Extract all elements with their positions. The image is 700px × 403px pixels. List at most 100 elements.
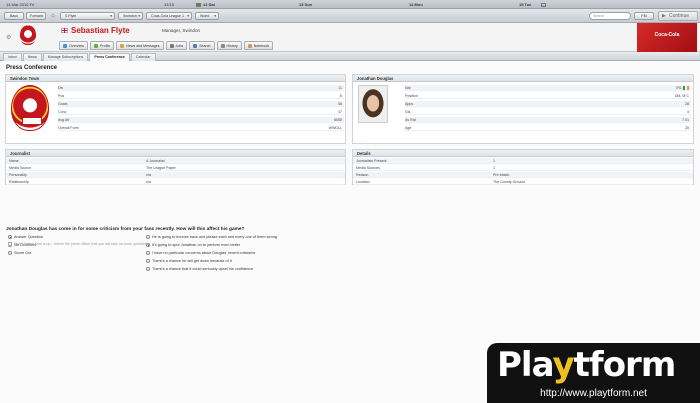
subtab-press-conference[interactable]: Press Conference [89,53,130,61]
stat-row: Apps 28 [405,101,691,107]
calendar-day-label: 14 Mon [409,2,423,7]
club-crest-small [20,25,36,45]
stat-value: 6558 [334,118,342,122]
storm-out-option[interactable]: Storm Out [8,251,31,255]
option-label: Storm Out [14,251,32,255]
stat-row: Div 11 [58,85,344,91]
calendar-day[interactable]: 15 Tue [519,2,547,7]
manager-header: ⚙ Sebastian Flyte Manager, Swindon Overv… [0,23,700,52]
answer-option[interactable]: There's a chance he will get down becaus… [146,259,232,263]
stat-value: WWDLL [328,126,342,130]
radio-button[interactable] [146,267,150,271]
info-value: 1 [493,159,495,163]
stat-row: Avg Att 6558 [58,117,344,123]
continue-label: Continue [669,13,690,19]
club-select-value: Swindon [123,14,137,18]
radio-button[interactable] [146,259,150,263]
stat-label: Gls [405,110,411,114]
stat-value: 6 [340,94,342,98]
checkbox[interactable] [8,242,12,246]
tab-news-and-messages[interactable]: News and Messages [116,41,164,50]
info-label: Location [356,180,370,184]
stat-value: IRL [676,85,689,91]
answer-question-option[interactable]: Answer Question [8,235,43,239]
history-icon [220,43,225,48]
stat-row: Position DM, M C [405,93,691,99]
stat-label: Avg Att [58,118,70,122]
end-conference-checkbox[interactable]: The whistled time is up - Inform the pre… [8,242,149,246]
stat-label: Overall Form [58,126,79,130]
search-icon [193,43,198,48]
world-select[interactable]: World ▾ [195,12,219,20]
manager-select[interactable]: S Flyte ▾ [60,12,115,20]
radio-button[interactable] [146,235,150,239]
stat-row: Pos 6 [58,93,344,99]
calendar-strip: 14 Mar 2010 Fri 13:15 12 Sat 13 Sun 14 M… [0,0,700,9]
info-label: Media Sources [356,166,380,170]
answer-option[interactable]: It's going to spur Jonathan on to perfor… [146,243,240,247]
stat-label: Div [58,86,64,90]
profile-icon [93,43,98,48]
stat-value: 7.01 [682,118,689,122]
tab-label: Profile [99,43,111,48]
tab-label: History [226,43,238,48]
radio-button[interactable] [8,251,12,255]
info-row: Reason Pre Match [353,172,693,178]
tab-label: Search [199,43,211,48]
info-value: n/a [146,173,151,177]
info-value: 1 [493,166,495,170]
club-select[interactable]: Swindon ▾ [118,12,143,20]
player-panel: Jonathan Douglas Nat IRL Position DM, M C … [352,74,694,144]
subtab-manage-subscriptions[interactable]: Manage Subscriptions [42,53,89,61]
stat-row: Conc 47 [58,109,344,115]
subtab-calendar[interactable]: Calendar [130,53,156,61]
radio-button[interactable] [8,235,12,239]
fm-menu-button[interactable]: FM [634,12,654,20]
tab-profile[interactable]: Profile [89,41,115,50]
stat-value: DM, M C [674,94,689,98]
tab-notebook[interactable]: Notebook [243,41,274,50]
home-icon[interactable]: ⌂ [49,12,57,20]
subtab-inbox[interactable]: Inbox [3,53,22,61]
player-stats: Nat IRL Position DM, M C Apps 28 Gls 4 Av Ra… [405,85,691,143]
subtab-news[interactable]: News [22,53,42,61]
manager-tabs: Overview Profile News and Messages Jobs … [59,41,274,50]
forward-button[interactable]: Forward [26,12,46,20]
watermark-logo-highlight: y [552,345,574,385]
tab-history[interactable]: History [216,41,242,50]
match-day-icon [196,2,201,7]
answer-option[interactable]: He is going to bounce back and please ea… [146,235,277,239]
tab-jobs[interactable]: Jobs [165,41,188,50]
gear-icon[interactable]: ⚙ [6,34,11,41]
answer-option[interactable]: There's a chance that it could seriously… [146,267,253,271]
watermark-url: http://www.playtform.net [487,387,700,403]
answer-option[interactable]: I have no particular concerns about Doug… [146,251,255,255]
stat-label: Position [405,94,418,98]
search-input[interactable]: Search [589,12,631,20]
stat-value: 11 [338,86,342,90]
calendar-day[interactable]: 14 Mon [409,2,423,7]
radio-button[interactable] [146,251,150,255]
tab-label: Notebook [253,43,270,48]
subnav-tabs: Inbox News Manage Subscriptions Press Co… [0,52,700,61]
tab-search[interactable]: Search [189,41,215,50]
calendar-day-label: 15 Tue [519,2,532,7]
back-button[interactable]: Back [4,12,24,20]
calendar-day[interactable]: 13 Sun [299,2,312,7]
stat-value: 47 [338,110,342,114]
page-title: Press Conference [6,65,58,71]
main-toolbar: Back Forward ⌂ S Flyte ▾ Swindon ▾ Coca-Co… [0,9,700,23]
stat-row: Goals 58 [58,101,344,107]
competition-select[interactable]: Coca-Cola League 1 ▾ [146,12,192,20]
news-icon [120,43,125,48]
continue-button[interactable]: ▶ Continue [658,11,698,21]
journalist-panel-title: Journalist [6,150,345,157]
chevron-down-icon: ▾ [110,14,112,18]
info-row: Journalists Present 1 [353,158,693,164]
stat-label: Pos [58,94,65,98]
stat-value: 28 [685,126,689,130]
calendar-day[interactable]: 12 Sat [196,2,215,7]
tab-overview[interactable]: Overview [59,41,88,50]
watermark-logo-text: Pla [497,345,553,385]
info-row: Name A Journalist [6,158,345,164]
